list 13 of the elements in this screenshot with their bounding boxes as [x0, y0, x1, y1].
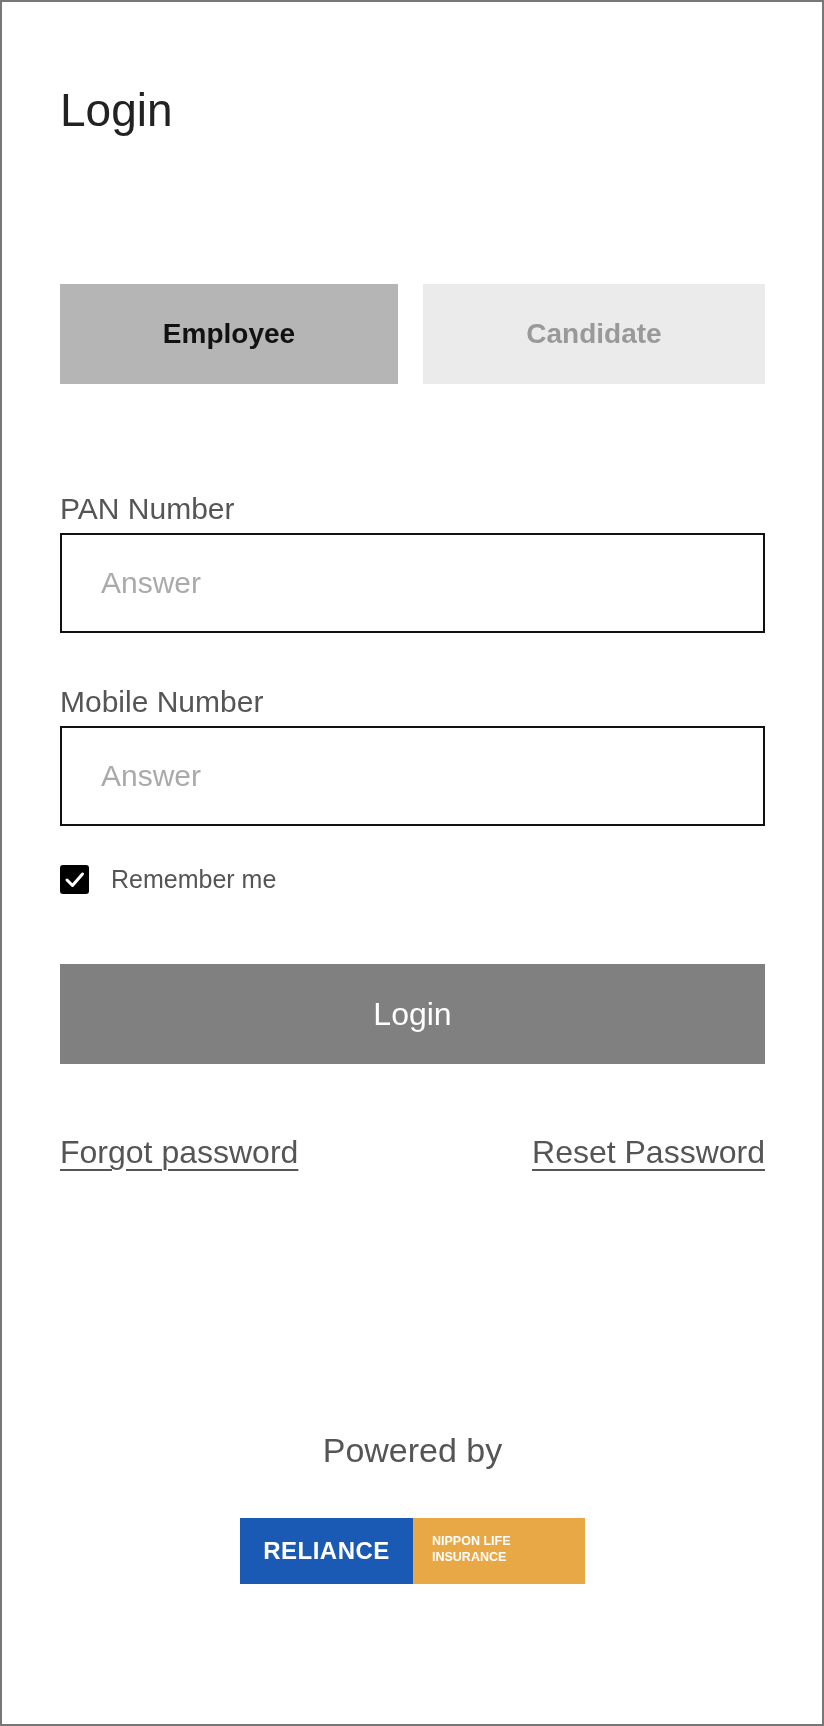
- field-label: PAN Number: [60, 494, 236, 524]
- input-field[interactable]: Answer: [60, 533, 765, 633]
- field-label: Mobile Number: [60, 687, 265, 717]
- logo-wordmark: RELIANCE: [240, 1518, 413, 1584]
- login-button[interactable]: Login: [60, 964, 765, 1064]
- remember-me-label: Remember me: [111, 867, 277, 892]
- forgot-password-link[interactable]: Forgot password: [60, 1136, 299, 1168]
- logo-tagline: NIPPON LIFE INSURANCE: [413, 1518, 585, 1584]
- tab[interactable]: Employee: [60, 284, 398, 384]
- input-field[interactable]: Answer: [60, 726, 765, 826]
- reset-password-link[interactable]: Reset Password: [532, 1136, 765, 1168]
- powered-by-text: Powered by: [321, 1433, 504, 1467]
- checkbox[interactable]: [60, 865, 89, 894]
